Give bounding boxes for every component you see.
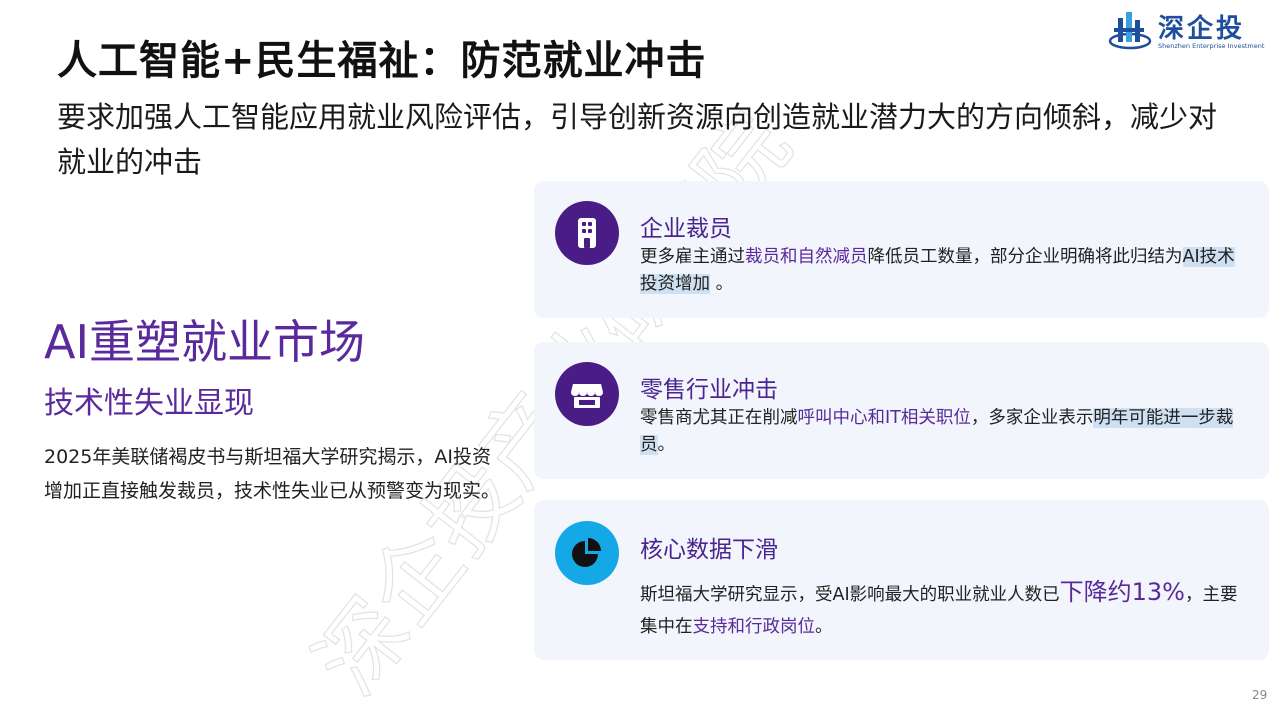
building-icon — [555, 201, 619, 265]
card-title: 企业裁员 — [640, 216, 732, 242]
pie-chart-icon — [555, 521, 619, 585]
company-logo: 深企投 Shenzhen Enterprise Investment — [1108, 8, 1264, 54]
store-icon — [555, 362, 619, 426]
logo-text: 深企投 — [1158, 14, 1246, 44]
section-heading: AI重塑就业市场 — [44, 315, 366, 369]
slide-title: 人工智能+民生福祉：防范就业冲击 — [57, 38, 707, 84]
card-core-data: 核心数据下滑 斯坦福大学研究显示，受AI影响最大的职业就业人数已下降约13%，主… — [534, 500, 1269, 660]
card-layoffs: 企业裁员 更多雇主通过裁员和自然减员降低员工数量，部分企业明确将此归结为AI技术… — [534, 181, 1269, 318]
card-text: 斯坦福大学研究显示，受AI影响最大的职业就业人数已下降约13%，主要集中在支持和… — [640, 578, 1238, 637]
logo-subtext: Shenzhen Enterprise Investment — [1158, 42, 1265, 50]
logo-mark-icon — [1108, 12, 1152, 50]
card-text: 更多雇主通过裁员和自然减员降低员工数量，部分企业明确将此归结为AI技术投资增加 … — [640, 247, 1235, 294]
page-number: 29 — [1252, 688, 1268, 702]
card-title: 核心数据下滑 — [640, 537, 778, 563]
slide-subtitle: 要求加强人工智能应用就业风险评估，引导创新资源向创造就业潜力大的方向倾斜，减少对… — [57, 100, 1218, 179]
card-title: 零售行业冲击 — [640, 377, 778, 403]
card-retail-impact: 零售行业冲击 零售商尤其正在削减呼叫中心和IT相关职位，多家企业表示明年可能进一… — [534, 342, 1269, 479]
card-text: 零售商尤其正在削减呼叫中心和IT相关职位，多家企业表示明年可能进一步裁员。 — [640, 408, 1234, 455]
section-body: 2025年美联储褐皮书与斯坦福大学研究揭示，AI投资增加正直接触发裁员，技术性失… — [44, 446, 501, 502]
section-subheading: 技术性失业显现 — [44, 386, 254, 421]
